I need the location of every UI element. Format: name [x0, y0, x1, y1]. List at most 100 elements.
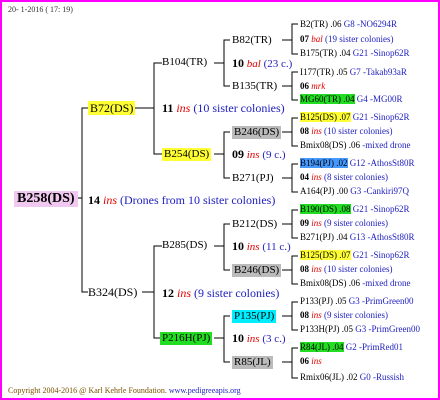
- gen4-line: 08 ins (10 sister colonies): [300, 265, 393, 274]
- gen4-name: B190(DS) .08: [300, 204, 351, 214]
- gen4-line: P133H(PJ) .05 G3 -PrimGreen00: [300, 325, 420, 334]
- gen4-line: Bmix08(DS) .06 -mixed drone: [300, 279, 411, 288]
- gen4-line: B125(DS) .07 G21 -Sinop62R: [300, 112, 410, 122]
- gen2-ins-note-1: (23 c.): [263, 58, 293, 70]
- gen4-line: B2(TR) .06 G8 -NO6294R: [300, 20, 397, 29]
- gen4-breeder: G21 -Sinop62R: [352, 250, 410, 260]
- gen4-breeder: -mixed drone: [362, 278, 411, 288]
- root-ins-note: (Drones from 10 sister colonies): [120, 193, 276, 207]
- gen2-ins-note-2: (9 c.): [262, 149, 286, 161]
- gen2-queen-1: B104(TR): [162, 56, 208, 68]
- gen4-count: 06: [300, 356, 309, 366]
- gen4-name: Bmix08(DS) .06: [300, 140, 361, 150]
- site-link[interactable]: www.pedigreeapis.org: [169, 386, 241, 395]
- gen4-name: P133H(PJ) .05: [300, 324, 354, 334]
- gen4-line: 08 ins (9 sister colonies): [300, 311, 388, 320]
- gen4-note: (9 sister colonies): [324, 310, 388, 320]
- gen4-line: B125(DS) .07 G21 -Sinop62R: [300, 250, 410, 260]
- gen3-queen-2: B135(TR): [232, 80, 278, 92]
- gen4-breeder: G21 -Sinop62R: [352, 204, 410, 214]
- gen4-ins: mrk: [311, 81, 326, 91]
- gen2-inbreeding-3: 10 ins (11 c.): [232, 240, 291, 253]
- gen4-note: (10 sister colonies): [324, 264, 393, 274]
- gen4-count: 08: [300, 126, 309, 136]
- gen4-line: MG60(TR) .04 G4 -MG00R: [300, 94, 403, 104]
- gen2-ins-count-4: 10: [232, 331, 244, 345]
- gen4-name: B2(TR) .06: [300, 19, 342, 29]
- gen2-ins-note-3: (11 c.): [262, 241, 291, 253]
- gen2-ins-count-1: 10: [232, 56, 244, 70]
- gen4-name: I177(TR) .05: [300, 67, 348, 77]
- gen2-inbreeding-1: 10 bal (23 c.): [232, 57, 292, 70]
- gen4-breeder: G3 -Cankiri97Q: [350, 186, 410, 196]
- copyright-footer: Copyright 2004-2016 @ Karl Kehrle Founda…: [8, 387, 241, 395]
- gen3-queen-6: B246(DS): [232, 264, 282, 277]
- gen4-name: B271(PJ) .04: [300, 232, 348, 242]
- gen4-count: 04: [300, 172, 309, 182]
- gen2-queen-3: B285(DS): [162, 239, 208, 251]
- gen1-sire-inbreeding: 11 ins (10 sister colonies): [162, 102, 285, 114]
- gen4-ins: ins: [311, 218, 322, 228]
- gen4-breeder: -mixed drone: [362, 140, 411, 150]
- gen1-sire-ins-count: 11: [162, 101, 174, 115]
- gen4-ins: ins: [311, 172, 322, 182]
- root-inbreeding: 14 ins (Drones from 10 sister colonies): [88, 194, 275, 206]
- gen4-line: 07 bal (19 sister colonies): [300, 35, 394, 44]
- gen4-ins: ins: [311, 310, 322, 320]
- gen4-breeder: G12 -AthosSt80R: [349, 158, 415, 168]
- gen1-sire-queen: B72(DS): [88, 101, 136, 115]
- gen1-dam-queen: B324(DS): [88, 285, 138, 299]
- gen4-count: 08: [300, 264, 309, 274]
- gen4-count: 07: [300, 34, 309, 44]
- gen3-queen-7: P135(PJ): [232, 310, 277, 323]
- gen4-line: Rmix06(JL) .02 G0 -Russish: [300, 373, 404, 382]
- gen4-line: B175(TR) .04 G21 -Sinop62R: [300, 49, 410, 58]
- gen4-note: (19 sister colonies): [325, 34, 394, 44]
- gen4-ins: ins: [311, 264, 322, 274]
- gen4-name: R84(JL) .04: [300, 342, 344, 352]
- gen4-name: Bmix08(DS) .06: [300, 278, 361, 288]
- gen4-breeder: G3 -PrimGreen00: [348, 296, 414, 306]
- gen4-breeder: G3 -PrimGreen00: [355, 324, 421, 334]
- gen4-line: B190(DS) .08 G21 -Sinop62R: [300, 204, 410, 214]
- gen4-note: (8 sister colonies): [324, 172, 388, 182]
- gen4-line: 06 mrk: [300, 82, 325, 91]
- gen4-line: Bmix08(DS) .06 -mixed drone: [300, 141, 411, 150]
- gen1-dam-ins-count: 12: [162, 286, 174, 300]
- gen4-note: (9 sister colonies): [324, 218, 388, 228]
- gen2-ins-label-3: ins: [246, 241, 260, 253]
- gen4-breeder: G7 -Takab93aR: [349, 67, 407, 77]
- gen4-line: A164(PJ) .00 G3 -Cankiri97Q: [300, 187, 409, 196]
- gen2-inbreeding-2: 09 ins (9 c.): [232, 148, 286, 161]
- gen2-queen-4: P216H(PJ): [160, 332, 213, 345]
- gen1-sire-ins-label: ins: [176, 101, 191, 115]
- gen4-breeder: G21 -Sinop62R: [352, 112, 410, 122]
- gen2-ins-note-4: (3 c.): [262, 333, 286, 345]
- gen4-line: 08 ins (10 sister colonies): [300, 127, 393, 136]
- gen4-name: MG60(TR) .04: [300, 94, 355, 104]
- gen4-name: B194(PJ) .02: [300, 158, 348, 168]
- gen4-name: A164(PJ) .00: [300, 186, 349, 196]
- gen1-dam-ins-note: (9 sister colonies): [194, 286, 280, 300]
- gen4-count: 08: [300, 310, 309, 320]
- gen4-breeder: G4 -MG00R: [356, 94, 403, 104]
- gen1-dam-ins-label: ins: [177, 286, 192, 300]
- pedigree-frame: 20- 1-2016 ( 17: 19) B258(DS) 14 ins (Dr…: [0, 0, 440, 400]
- gen2-ins-label-1: bal: [246, 58, 261, 70]
- gen4-ins: ins: [311, 126, 322, 136]
- gen4-ins: ins: [311, 356, 322, 366]
- gen4-ins: bal: [311, 34, 323, 44]
- gen3-queen-8: R85(JL): [232, 356, 273, 369]
- gen4-count: 06: [300, 81, 309, 91]
- gen2-inbreeding-4: 10 ins (3 c.): [232, 332, 286, 345]
- gen4-note: (10 sister colonies): [324, 126, 393, 136]
- gen3-queen-4: B271(PJ): [232, 172, 274, 184]
- root-queen: B258(DS): [14, 191, 78, 207]
- gen4-name: B175(TR) .04: [300, 48, 351, 58]
- gen2-queen-2: B254(DS): [162, 148, 212, 161]
- gen3-queen-3: B246(DS): [232, 126, 282, 139]
- date-stamp: 20- 1-2016 ( 17: 19): [8, 5, 73, 14]
- gen2-ins-count-2: 09: [232, 147, 244, 161]
- gen4-breeder: G2 -PrimRed01: [345, 342, 403, 352]
- gen4-line: 09 ins (9 sister colonies): [300, 219, 388, 228]
